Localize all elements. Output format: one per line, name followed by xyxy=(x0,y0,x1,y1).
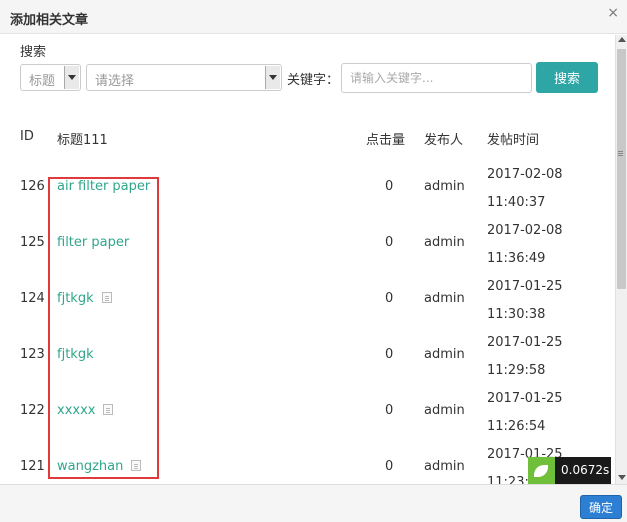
row-date: 2017-01-25 xyxy=(487,279,563,294)
row-datetime: 2017-01-25 11:30:38 xyxy=(487,273,563,329)
vertical-scrollbar[interactable] xyxy=(615,35,627,484)
scrollbar-thumb[interactable] xyxy=(617,49,626,289)
scroll-up-icon[interactable] xyxy=(618,37,626,42)
row-hits: 0 xyxy=(385,347,394,362)
row-date: 2017-01-25 xyxy=(487,391,563,406)
field-select[interactable]: 标题 xyxy=(20,64,81,91)
search-button[interactable]: 搜索 xyxy=(536,62,598,93)
header-author: 发布人 xyxy=(424,133,464,148)
header-hits: 点击量 xyxy=(366,133,406,148)
header-title: 标题111 xyxy=(57,133,108,148)
row-time: 11:29:58 xyxy=(487,363,546,378)
row-hits: 0 xyxy=(385,291,394,306)
row-author: admin xyxy=(424,179,465,194)
leaf-logo-icon xyxy=(528,457,555,484)
row-date: 2017-02-08 xyxy=(487,223,563,238)
row-id: 126 xyxy=(20,179,45,194)
row-date: 2017-02-08 xyxy=(487,167,563,182)
category-select-value: 请选择 xyxy=(95,74,135,89)
performance-value: 0.0672s xyxy=(561,463,610,477)
keyword-label: 关键字： xyxy=(287,73,340,88)
row-time: 11:26:54 xyxy=(487,419,546,434)
row-datetime: 2017-01-25 11:26:54 xyxy=(487,385,563,441)
row-time: 11:36:49 xyxy=(487,251,546,266)
header-date: 发帖时间 xyxy=(487,133,540,148)
confirm-button[interactable]: 确定 xyxy=(580,495,622,519)
title-column-highlight-box xyxy=(48,177,159,479)
row-hits: 0 xyxy=(385,403,394,418)
dialog-content: 搜索 标题 请选择 关键字： 搜索 ID 标题111 点击量 发布人 发帖时间 … xyxy=(0,35,615,484)
scrollbar-grip-icon xyxy=(618,151,623,152)
row-author: admin xyxy=(424,403,465,418)
category-select[interactable]: 请选择 xyxy=(86,64,282,91)
search-section-label: 搜索 xyxy=(20,45,47,60)
row-author: admin xyxy=(424,291,465,306)
field-select-value: 标题 xyxy=(29,74,56,89)
row-id: 122 xyxy=(20,403,45,418)
scroll-down-icon[interactable] xyxy=(618,475,626,480)
dialog-footer: 确定 xyxy=(0,484,627,522)
row-date: 2017-01-25 xyxy=(487,335,563,350)
row-datetime: 2017-02-08 11:36:49 xyxy=(487,217,563,273)
performance-badge: 0.0672s xyxy=(528,457,611,484)
row-datetime: 2017-01-25 11:29:58 xyxy=(487,329,563,385)
row-id: 123 xyxy=(20,347,45,362)
row-datetime: 2017-02-08 11:40:37 xyxy=(487,161,563,217)
row-time: 11:30:38 xyxy=(487,307,546,322)
keyword-input[interactable] xyxy=(341,63,532,93)
row-hits: 0 xyxy=(385,179,394,194)
row-author: admin xyxy=(424,235,465,250)
dialog-title: 添加相关文章 xyxy=(10,13,89,28)
row-author: admin xyxy=(424,347,465,362)
chevron-down-icon[interactable] xyxy=(265,66,280,89)
close-icon[interactable]: × xyxy=(607,5,619,21)
row-time: 11:40:37 xyxy=(487,195,546,210)
row-id: 124 xyxy=(20,291,45,306)
header-id: ID xyxy=(20,129,34,144)
row-hits: 0 xyxy=(385,235,394,250)
row-hits: 0 xyxy=(385,459,394,474)
add-related-article-dialog: 添加相关文章 × 搜索 标题 请选择 关键字： 搜索 ID 标题111 点击量 … xyxy=(0,0,627,522)
row-id: 125 xyxy=(20,235,45,250)
row-id: 121 xyxy=(20,459,45,474)
chevron-down-icon[interactable] xyxy=(64,66,79,89)
row-author: admin xyxy=(424,459,465,474)
dialog-titlebar: 添加相关文章 × xyxy=(0,0,627,34)
